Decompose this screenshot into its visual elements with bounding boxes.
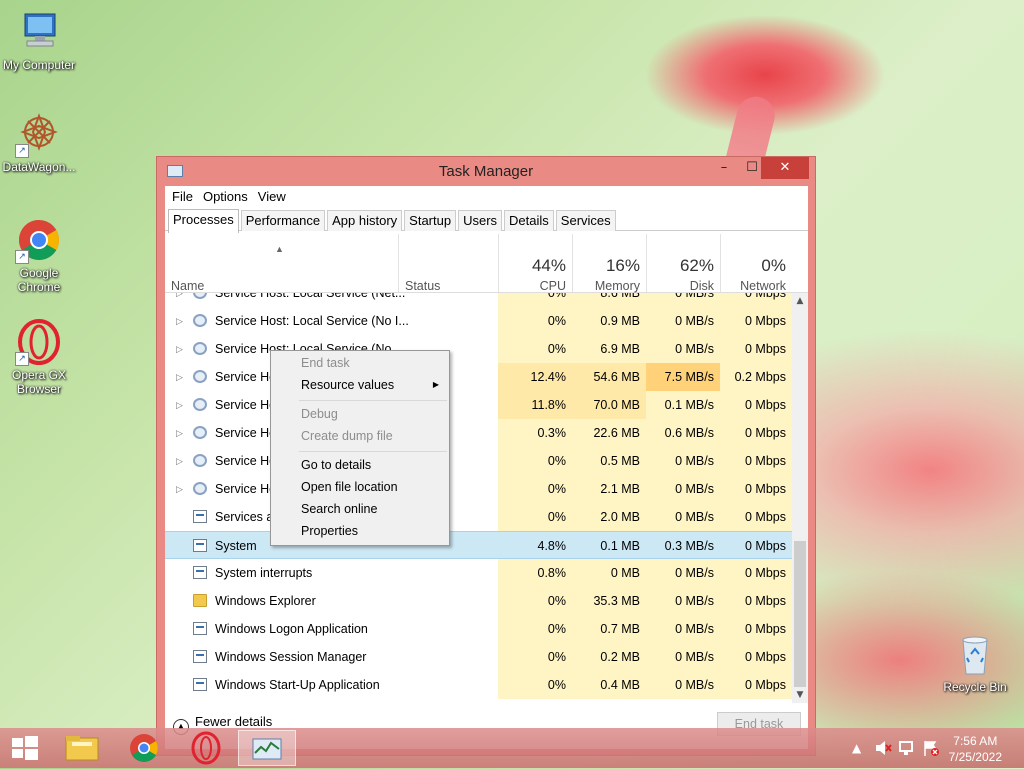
table-row[interactable]: ▷ Service Ho 0% 2.1 MB 0 MB/s 0 Mbps	[165, 475, 792, 503]
start-button[interactable]	[0, 730, 50, 766]
table-row[interactable]: Windows Explorer 0% 35.3 MB 0 MB/s 0 Mbp…	[165, 587, 792, 615]
table-row-selected[interactable]: System 4.8% 0.1 MB 0.3 MB/s 0 Mbps	[165, 531, 792, 559]
minimize-button[interactable]: –	[710, 157, 738, 179]
menu-item-resource-values[interactable]: Resource values ▶	[271, 375, 449, 395]
menu-item-debug[interactable]: Debug	[271, 404, 449, 424]
clock-time: 7:56 AM	[953, 734, 998, 748]
table-row[interactable]: ▷ Service Host: Local Service (No... 0% …	[165, 335, 792, 363]
network-icon[interactable]	[898, 739, 916, 760]
desktop-icon-label: My Computer	[2, 58, 76, 72]
table-row[interactable]: ▷ Service Ho 0.3% 22.6 MB 0.6 MB/s 0 Mbp…	[165, 419, 792, 447]
table-row[interactable]: ▷ Service Host: Local Service (No I... 0…	[165, 307, 792, 335]
vertical-scrollbar[interactable]: ▲ ▼	[792, 293, 808, 703]
menu-options[interactable]: Options	[200, 186, 255, 208]
table-row[interactable]: Windows Start-Up Application 0% 0.4 MB 0…	[165, 671, 792, 699]
tab-services[interactable]: Services	[555, 210, 616, 231]
menu-item-go-to-details[interactable]: Go to details	[271, 455, 449, 475]
computer-icon	[15, 8, 63, 56]
datawagon-icon: ↗	[15, 110, 63, 158]
chrome-icon	[130, 734, 158, 762]
close-button[interactable]: ✕	[761, 157, 809, 179]
column-header-memory[interactable]: 16% Memory	[572, 234, 646, 293]
column-header-network[interactable]: 0% Network	[720, 234, 792, 293]
tab-users[interactable]: Users	[458, 210, 503, 231]
desktop-icon-label: DataWagon...	[2, 160, 76, 174]
sort-caret-icon: ▲	[275, 244, 284, 254]
column-header-name[interactable]: ▲ Name	[165, 234, 398, 293]
context-menu: End task Resource values ▶ Debug Create …	[270, 350, 450, 546]
chrome-icon: ↗	[15, 216, 63, 264]
taskbar-chrome[interactable]	[116, 730, 172, 766]
tab-startup[interactable]: Startup	[404, 210, 457, 231]
task-manager-icon	[252, 738, 282, 760]
table-row[interactable]: ▷ Service Ho 0% 0.5 MB 0 MB/s 0 Mbps	[165, 447, 792, 475]
speaker-muted-icon[interactable]	[874, 739, 892, 760]
recycle-bin-icon	[951, 630, 999, 678]
taskbar-opera-gx[interactable]	[178, 730, 234, 766]
desktop-icon-label: Opera GX Browser	[11, 368, 67, 396]
menu-item-search-online[interactable]: Search online	[271, 499, 449, 519]
desktop-icon-recycle-bin[interactable]: Recycle Bin	[936, 630, 1014, 694]
table-row[interactable]: ▷ Service Host: Local Service (Net... 0%…	[165, 293, 792, 307]
taskbar-file-explorer[interactable]	[54, 730, 110, 766]
column-header-cpu[interactable]: 44% CPU	[498, 234, 572, 293]
system-clock[interactable]: 7:56 AM 7/25/2022	[949, 733, 1002, 765]
folder-icon	[65, 736, 99, 761]
opera-gx-icon	[191, 731, 221, 765]
desktop-icon-google-chrome[interactable]: ↗ Google Chrome	[0, 216, 78, 294]
table-row[interactable]: Services a 0% 2.0 MB 0 MB/s 0 Mbps	[165, 503, 792, 531]
menu-item-open-file-location[interactable]: Open file location	[271, 477, 449, 497]
menu-item-create-dump-file[interactable]: Create dump file	[271, 426, 449, 446]
clock-date: 7/25/2022	[948, 750, 1002, 764]
table-row[interactable]: ▷ Service Ho 12.4% 54.6 MB 7.5 MB/s 0.2 …	[165, 363, 792, 391]
submenu-arrow-icon: ▶	[432, 380, 439, 389]
process-list: ▷ Service Host: Local Service (Net... 0%…	[165, 293, 792, 703]
desktop-icon-my-computer[interactable]: My Computer	[0, 8, 78, 72]
shortcut-arrow-icon: ↗	[15, 250, 29, 264]
menu-item-end-task[interactable]: End task	[271, 353, 449, 373]
table-row[interactable]: Windows Session Manager 0% 0.2 MB 0 MB/s…	[165, 643, 792, 671]
window-client: File Options View Processes Performance …	[165, 186, 808, 749]
desktop-icon-label: Recycle Bin	[943, 680, 1007, 694]
taskbar-task-manager[interactable]	[238, 730, 296, 766]
tab-app-history[interactable]: App history	[327, 210, 403, 231]
windows-logo-icon	[12, 736, 38, 760]
desktop-icon-datawagon[interactable]: ↗ DataWagon...	[0, 110, 78, 174]
column-header-disk[interactable]: 62% Disk	[646, 234, 720, 293]
desktop-icon-opera-gx[interactable]: ↗ Opera GX Browser	[0, 318, 78, 396]
column-headers: ▲ Name Status 44% CPU 16% Memory 62% Dis…	[165, 234, 808, 293]
desktop-icon-label: Google Chrome	[17, 266, 61, 294]
shortcut-arrow-icon: ↗	[15, 144, 29, 158]
menu-separator	[299, 451, 447, 452]
table-row[interactable]: ▷ Service Ho 11.8% 70.0 MB 0.1 MB/s 0 Mb…	[165, 391, 792, 419]
task-manager-window: Task Manager – ☐ ✕ File Options View Pro…	[156, 156, 816, 756]
scrollbar-thumb[interactable]	[794, 541, 806, 687]
column-header-status[interactable]: Status	[398, 234, 498, 293]
menu-view[interactable]: View	[255, 186, 293, 208]
tab-strip: Processes Performance App history Startu…	[165, 208, 808, 233]
menu-item-properties[interactable]: Properties	[271, 521, 449, 541]
shortcut-arrow-icon: ↗	[15, 352, 29, 366]
menu-file[interactable]: File	[169, 186, 200, 208]
taskbar: ▲ 7:56 AM 7/25/2022	[0, 728, 1024, 768]
action-center-flag-icon[interactable]	[922, 739, 940, 760]
menu-separator	[299, 400, 447, 401]
table-row[interactable]: Windows Logon Application 0% 0.7 MB 0 MB…	[165, 615, 792, 643]
tab-details[interactable]: Details	[504, 210, 554, 231]
title-bar[interactable]: Task Manager – ☐ ✕	[157, 157, 815, 185]
show-hidden-icons-icon[interactable]: ▲	[852, 741, 861, 755]
menu-bar: File Options View	[165, 186, 808, 208]
scroll-up-arrow-icon[interactable]: ▲	[792, 293, 808, 309]
tab-processes[interactable]: Processes	[168, 209, 239, 233]
table-row[interactable]: System interrupts 0.8% 0 MB 0 MB/s 0 Mbp…	[165, 559, 792, 587]
tab-performance[interactable]: Performance	[240, 210, 326, 231]
scroll-down-arrow-icon[interactable]: ▼	[792, 687, 808, 703]
opera-gx-icon: ↗	[15, 318, 63, 366]
